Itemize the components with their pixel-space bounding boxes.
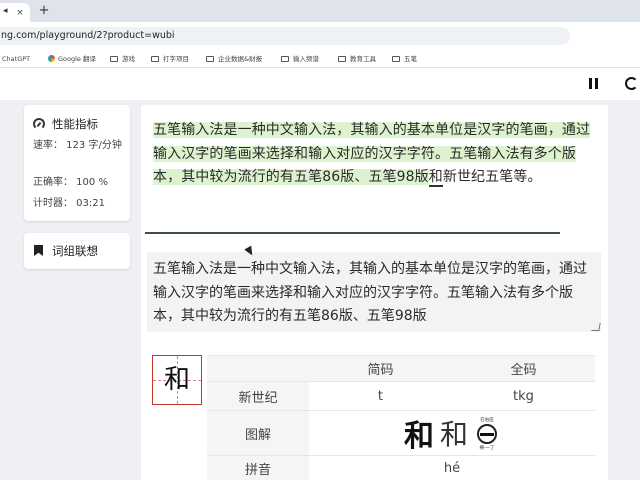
folder-icon: [151, 56, 159, 62]
current-char-display: 和: [163, 365, 190, 395]
browser-tab[interactable]: ◂ ×: [0, 3, 30, 22]
bookmark-label: 输入频谱: [293, 55, 319, 63]
root-caption-top: 在右區: [480, 418, 494, 423]
table-header-full: 全码: [451, 355, 595, 382]
speed-stat: 速率： 123 字/分钟: [33, 140, 122, 151]
typing-panel: 五笔输入法是一种中文输入法，其输入的基本单位是汉字的笔画，通过输入汉字的笔画来选…: [141, 105, 608, 480]
refresh-icon[interactable]: [625, 77, 638, 90]
bookmark-folder-edu[interactable]: 教育工具: [338, 54, 376, 64]
resize-handle[interactable]: [591, 323, 601, 331]
code-table: 简码 全码 新世纪 t tkg 图解 和 和 在右區 横-一丁 拼音 hé: [207, 355, 595, 480]
typing-input[interactable]: 五笔输入法是一种中文输入法，其输入的基本单位是汉字的笔画，通过输入汉字的笔画来选…: [147, 252, 601, 332]
row-label-xinshiji: 新世纪: [207, 381, 309, 411]
bookmark-label: 教育工具: [350, 55, 376, 63]
folder-icon: [392, 56, 400, 62]
calligraphy-glyph-alt: 和: [439, 418, 468, 451]
folder-icon: [110, 56, 118, 62]
bookmark-label: Google 翻译: [58, 55, 96, 63]
pinyin-value: hé: [309, 455, 595, 480]
performance-card: 性能指标 速率： 123 字/分钟 正确率： 100 % 计时器： 03:21: [24, 105, 130, 221]
target-text: 五笔输入法是一种中文输入法，其输入的基本单位是汉字的笔画，通过输入汉字的笔画来选…: [153, 119, 595, 190]
table-row: 拼音 hé: [207, 455, 595, 480]
table-row: 新世纪 t tkg: [207, 381, 595, 411]
accuracy-stat: 正确率： 100 %: [33, 177, 108, 188]
bookmark-folder-wubi[interactable]: 五笔: [392, 54, 417, 64]
timer-stat: 计时器： 03:21: [33, 198, 105, 209]
new-tab-button[interactable]: +: [36, 3, 52, 19]
bookmark-label: 打字项目: [163, 55, 189, 63]
table-row: 图解 和 和 在右區 横-一丁: [207, 410, 595, 456]
folder-icon: [206, 56, 214, 62]
diagram-cell: 和 和 在右區 横-一丁: [309, 410, 595, 456]
table-header-short: 简码: [309, 355, 452, 382]
bookmark-google-translate[interactable]: Google 翻译: [48, 54, 96, 64]
folder-icon: [338, 56, 346, 62]
browser-tab-strip: ◂ × +: [0, 0, 640, 22]
short-code: t: [309, 381, 452, 411]
address-bar[interactable]: ng.com/playground/2?product=wubi: [0, 27, 570, 45]
bookmark-folder-finance[interactable]: 企业数据&财报: [206, 54, 262, 64]
browser-toolbar: ng.com/playground/2?product=wubi: [0, 22, 640, 50]
close-tab-icon[interactable]: ×: [13, 6, 27, 20]
bookmark-label: ChatGPT: [2, 55, 31, 63]
root-diagram-icon: 在右區 横-一丁: [474, 416, 500, 451]
pause-icon[interactable]: [589, 78, 599, 89]
app-top-bar: [0, 68, 640, 100]
bookmark-chatgpt[interactable]: ChatGPT: [2, 54, 30, 64]
remaining-portion: 新世纪五笔等。: [442, 169, 542, 185]
bookmark-label: 五笔: [404, 55, 417, 63]
row-label-diagram: 图解: [207, 410, 309, 456]
word-association-title: 词组联想: [52, 244, 98, 258]
word-association-card[interactable]: 词组联想: [24, 233, 130, 269]
audio-icon: ◂: [3, 6, 8, 16]
google-icon: [48, 55, 55, 62]
full-code: tkg: [451, 381, 595, 411]
current-char-box: 和: [152, 355, 202, 405]
performance-title: 性能指标: [52, 117, 98, 131]
gauge-icon: [33, 118, 45, 130]
bookmark-label: 游戏: [122, 55, 135, 63]
bookmark-label: 企业数据&财报: [218, 55, 263, 63]
progress-divider: [145, 232, 560, 234]
bookmark-icon: [34, 245, 43, 256]
bookmark-folder-games[interactable]: 游戏: [110, 54, 135, 64]
folder-icon: [281, 56, 289, 62]
current-char: 和: [428, 169, 443, 187]
row-label-pinyin: 拼音: [207, 455, 309, 480]
root-caption-bottom: 横-一丁: [479, 446, 495, 451]
bookmarks-bar: ChatGPT Google 翻译 游戏 打字项目 企业数据&财报 输入频谱 教…: [0, 50, 640, 68]
bookmark-folder-input[interactable]: 输入频谱: [281, 54, 319, 64]
bookmark-folder-typing[interactable]: 打字项目: [151, 54, 189, 64]
calligraphy-glyph: 和: [403, 419, 434, 454]
table-header-blank: [207, 355, 309, 382]
